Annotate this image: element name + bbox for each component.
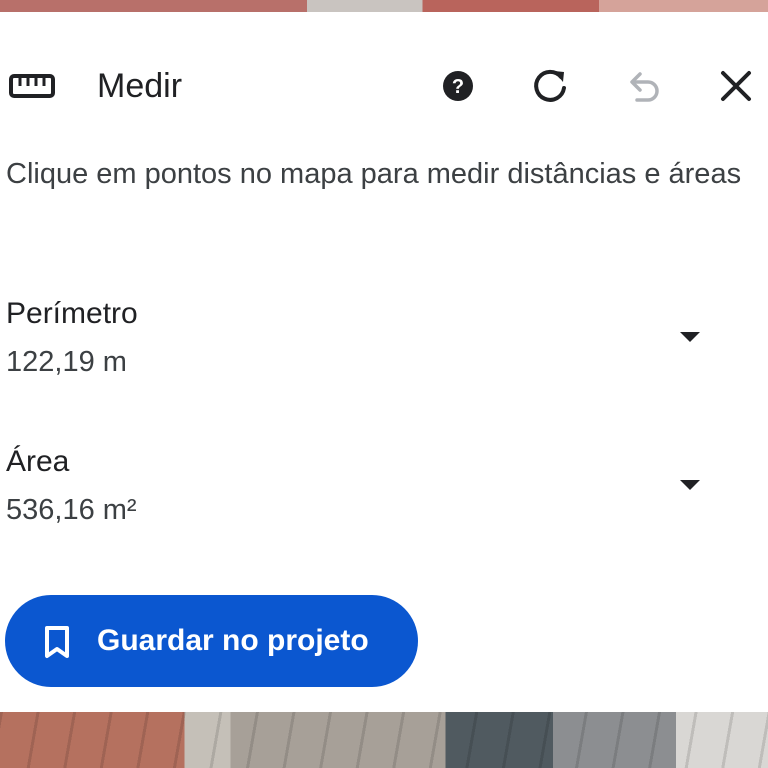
map-background-top[interactable] [0, 0, 768, 12]
undo-button[interactable] [623, 66, 663, 106]
bookmark-icon [45, 626, 69, 658]
help-button[interactable]: ? [438, 66, 478, 106]
area-value: 536,16 m² [6, 494, 137, 526]
perimeter-metric[interactable]: Perímetro 122,19 m [6, 290, 746, 390]
help-icon: ? [443, 71, 473, 101]
area-metric[interactable]: Área 536,16 m² [6, 438, 746, 538]
close-icon [721, 71, 751, 101]
panel-title: Medir [97, 67, 183, 105]
undo-icon [630, 72, 659, 102]
caret-down-icon[interactable] [678, 476, 702, 492]
caret-down-icon[interactable] [678, 328, 702, 344]
measure-panel: Medir ? Clique em pontos no mapa para me… [0, 12, 768, 712]
perimeter-label: Perímetro [6, 297, 138, 330]
svg-text:?: ? [452, 76, 464, 98]
close-button[interactable] [716, 66, 756, 106]
area-label: Área [6, 445, 70, 478]
save-button-label: Guardar no projeto [97, 624, 369, 657]
refresh-button[interactable] [530, 66, 570, 106]
instruction-text: Clique em pontos no mapa para medir dist… [6, 158, 742, 190]
panel-header: Medir ? [0, 62, 768, 110]
perimeter-value: 122,19 m [6, 346, 127, 378]
save-to-project-button[interactable]: Guardar no projeto [5, 595, 418, 687]
map-background-bottom[interactable] [0, 712, 768, 768]
ruler-icon [9, 74, 55, 98]
refresh-icon [534, 69, 566, 102]
